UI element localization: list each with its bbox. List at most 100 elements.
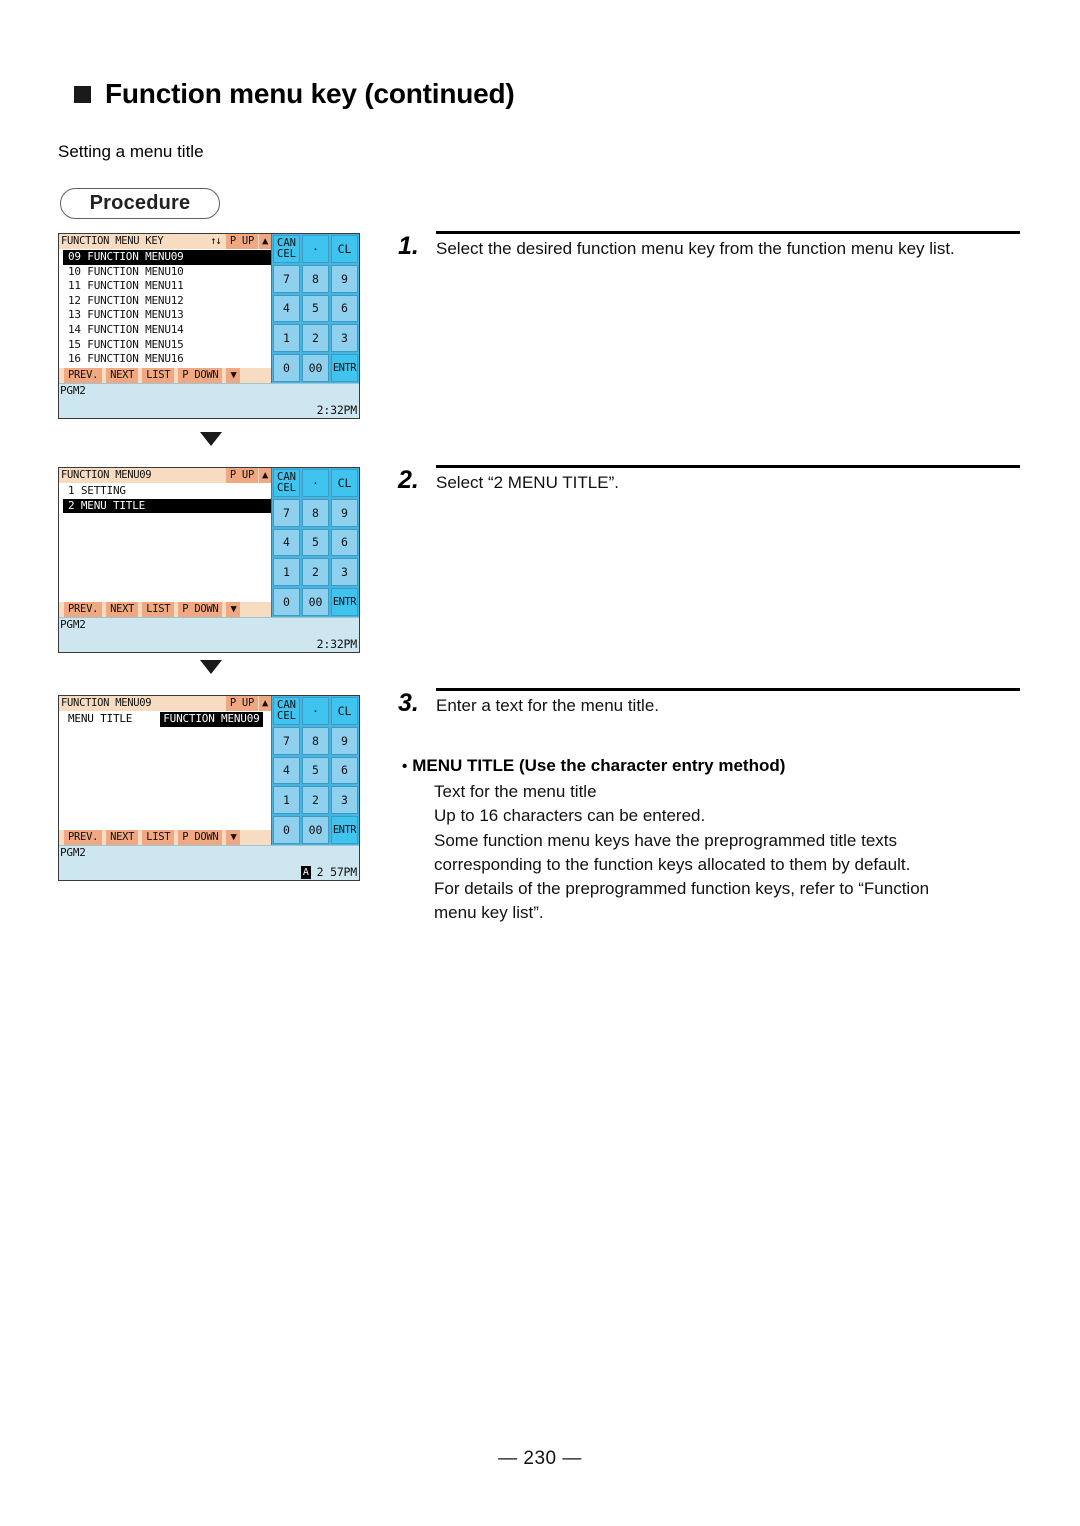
prev-button[interactable]: PREV. <box>64 602 103 617</box>
next-button[interactable]: NEXT <box>106 602 139 617</box>
screen3-function-bar: PREV. NEXT LIST P DOWN ▼ <box>59 830 271 845</box>
screen2-list[interactable]: 1 SETTING 2 MENU TITLE <box>59 483 271 602</box>
cancel-key[interactable]: CAN CEL <box>273 697 300 725</box>
cancel-key[interactable]: CAN CEL <box>273 235 300 263</box>
step-rule <box>436 231 1020 234</box>
screen2-keypad: CAN CEL · CL 7 8 9 4 5 6 1 2 3 0 00 ENTR <box>271 468 359 617</box>
key-4[interactable]: 4 <box>273 528 300 557</box>
list-button[interactable]: LIST <box>142 830 175 845</box>
next-button[interactable]: NEXT <box>106 368 139 383</box>
page-down-button[interactable]: P DOWN <box>178 368 223 383</box>
decimal-key[interactable]: · <box>302 235 329 263</box>
page-up-button[interactable]: P UP <box>225 696 258 711</box>
menu-title-field-row[interactable]: MENU TITLE FUNCTION MENU09 <box>59 712 271 727</box>
screen3-header-bar: FUNCTION MENU09 P UP ▲ <box>59 696 271 711</box>
list-item[interactable]: 1 SETTING <box>59 484 271 499</box>
key-0[interactable]: 0 <box>273 588 300 616</box>
clear-key[interactable]: CL <box>331 469 358 497</box>
key-2[interactable]: 2 <box>302 786 329 815</box>
status-clock: 2:32PM <box>316 403 358 417</box>
key-1[interactable]: 1 <box>273 324 300 353</box>
key-00[interactable]: 00 <box>302 354 329 382</box>
decimal-key[interactable]: · <box>302 697 329 725</box>
prev-button[interactable]: PREV. <box>64 830 103 845</box>
list-item[interactable]: 13 FUNCTION MENU13 <box>59 308 271 323</box>
screen1-list[interactable]: 09 FUNCTION MENU09 10 FUNCTION MENU10 11… <box>59 249 271 368</box>
list-item[interactable]: 10 FUNCTION MENU10 <box>59 265 271 280</box>
key-5[interactable]: 5 <box>302 756 329 785</box>
key-7[interactable]: 7 <box>273 264 300 293</box>
screen2-header-title: FUNCTION MENU09 <box>61 469 152 481</box>
list-item[interactable]: 2 MENU TITLE <box>63 498 271 514</box>
note-heading: • MENU TITLE (Use the character entry met… <box>402 756 1020 776</box>
key-5[interactable]: 5 <box>302 294 329 323</box>
status-time-group: 2:32PM <box>316 403 358 417</box>
note-line: For details of the preprogrammed functio… <box>434 878 930 898</box>
scroll-up-icon[interactable]: ▲ <box>258 234 271 249</box>
key-5[interactable]: 5 <box>302 528 329 557</box>
scroll-up-icon[interactable]: ▲ <box>258 696 271 711</box>
key-6[interactable]: 6 <box>331 756 358 785</box>
page-down-button[interactable]: P DOWN <box>178 602 223 617</box>
key-9[interactable]: 9 <box>331 264 358 293</box>
key-8[interactable]: 8 <box>302 498 329 527</box>
note-bullet-icon: • <box>402 758 408 776</box>
enter-key[interactable]: ENTR <box>331 354 358 382</box>
key-6[interactable]: 6 <box>331 294 358 323</box>
procedure-label: Procedure <box>89 192 191 214</box>
key-8[interactable]: 8 <box>302 726 329 755</box>
list-item[interactable]: 12 FUNCTION MENU12 <box>59 294 271 309</box>
list-item[interactable]: 11 FUNCTION MENU11 <box>59 279 271 294</box>
scroll-down-icon[interactable]: ▼ <box>226 368 241 383</box>
page-up-button[interactable]: P UP <box>225 234 258 249</box>
step-text: Select the desired function menu key fro… <box>436 239 955 258</box>
list-item[interactable]: 15 FUNCTION MENU15 <box>59 338 271 353</box>
enter-key[interactable]: ENTR <box>331 588 358 616</box>
key-00[interactable]: 00 <box>302 588 329 616</box>
key-0[interactable]: 0 <box>273 354 300 382</box>
clear-key[interactable]: CL <box>331 235 358 263</box>
prev-button[interactable]: PREV. <box>64 368 103 383</box>
key-2[interactable]: 2 <box>302 324 329 353</box>
screen2-header-bar: FUNCTION MENU09 P UP ▲ <box>59 468 271 483</box>
lcd-screen-3: FUNCTION MENU09 P UP ▲ MENU TITLE FUNCTI… <box>58 695 360 881</box>
menu-title-value[interactable]: FUNCTION MENU09 <box>160 712 263 727</box>
scroll-up-icon[interactable]: ▲ <box>258 468 271 483</box>
clear-key[interactable]: CL <box>331 697 358 725</box>
scroll-down-icon[interactable]: ▼ <box>226 602 241 617</box>
scroll-down-icon[interactable]: ▼ <box>226 830 241 845</box>
step-3: 3. Enter a text for the menu title. • MEN… <box>398 688 1020 925</box>
key-7[interactable]: 7 <box>273 498 300 527</box>
list-item[interactable]: 09 FUNCTION MENU09 <box>63 250 271 265</box>
key-4[interactable]: 4 <box>273 294 300 323</box>
key-0[interactable]: 0 <box>273 816 300 844</box>
key-2[interactable]: 2 <box>302 558 329 587</box>
key-1[interactable]: 1 <box>273 558 300 587</box>
screen1-header-bar: FUNCTION MENU KEY ↑↓ P UP ▲ <box>59 234 271 249</box>
status-mode: PGM2 <box>60 846 86 859</box>
menu-title-label: MENU TITLE <box>68 712 133 725</box>
list-item[interactable]: 14 FUNCTION MENU14 <box>59 323 271 338</box>
key-00[interactable]: 00 <box>302 816 329 844</box>
key-9[interactable]: 9 <box>331 498 358 527</box>
enter-key[interactable]: ENTR <box>331 816 358 844</box>
list-button[interactable]: LIST <box>142 602 175 617</box>
page-down-button[interactable]: P DOWN <box>178 830 223 845</box>
key-3[interactable]: 3 <box>331 324 358 353</box>
key-8[interactable]: 8 <box>302 264 329 293</box>
key-9[interactable]: 9 <box>331 726 358 755</box>
decimal-key[interactable]: · <box>302 469 329 497</box>
key-4[interactable]: 4 <box>273 756 300 785</box>
key-6[interactable]: 6 <box>331 528 358 557</box>
step-1: 1. Select the desired function menu key … <box>398 231 1020 259</box>
key-7[interactable]: 7 <box>273 726 300 755</box>
cancel-key[interactable]: CAN CEL <box>273 469 300 497</box>
list-button[interactable]: LIST <box>142 368 175 383</box>
key-3[interactable]: 3 <box>331 786 358 815</box>
key-1[interactable]: 1 <box>273 786 300 815</box>
list-item[interactable]: 16 FUNCTION MENU16 <box>59 352 271 367</box>
next-button[interactable]: NEXT <box>106 830 139 845</box>
key-3[interactable]: 3 <box>331 558 358 587</box>
screen3-list[interactable]: MENU TITLE FUNCTION MENU09 <box>59 711 271 830</box>
page-up-button[interactable]: P UP <box>225 468 258 483</box>
